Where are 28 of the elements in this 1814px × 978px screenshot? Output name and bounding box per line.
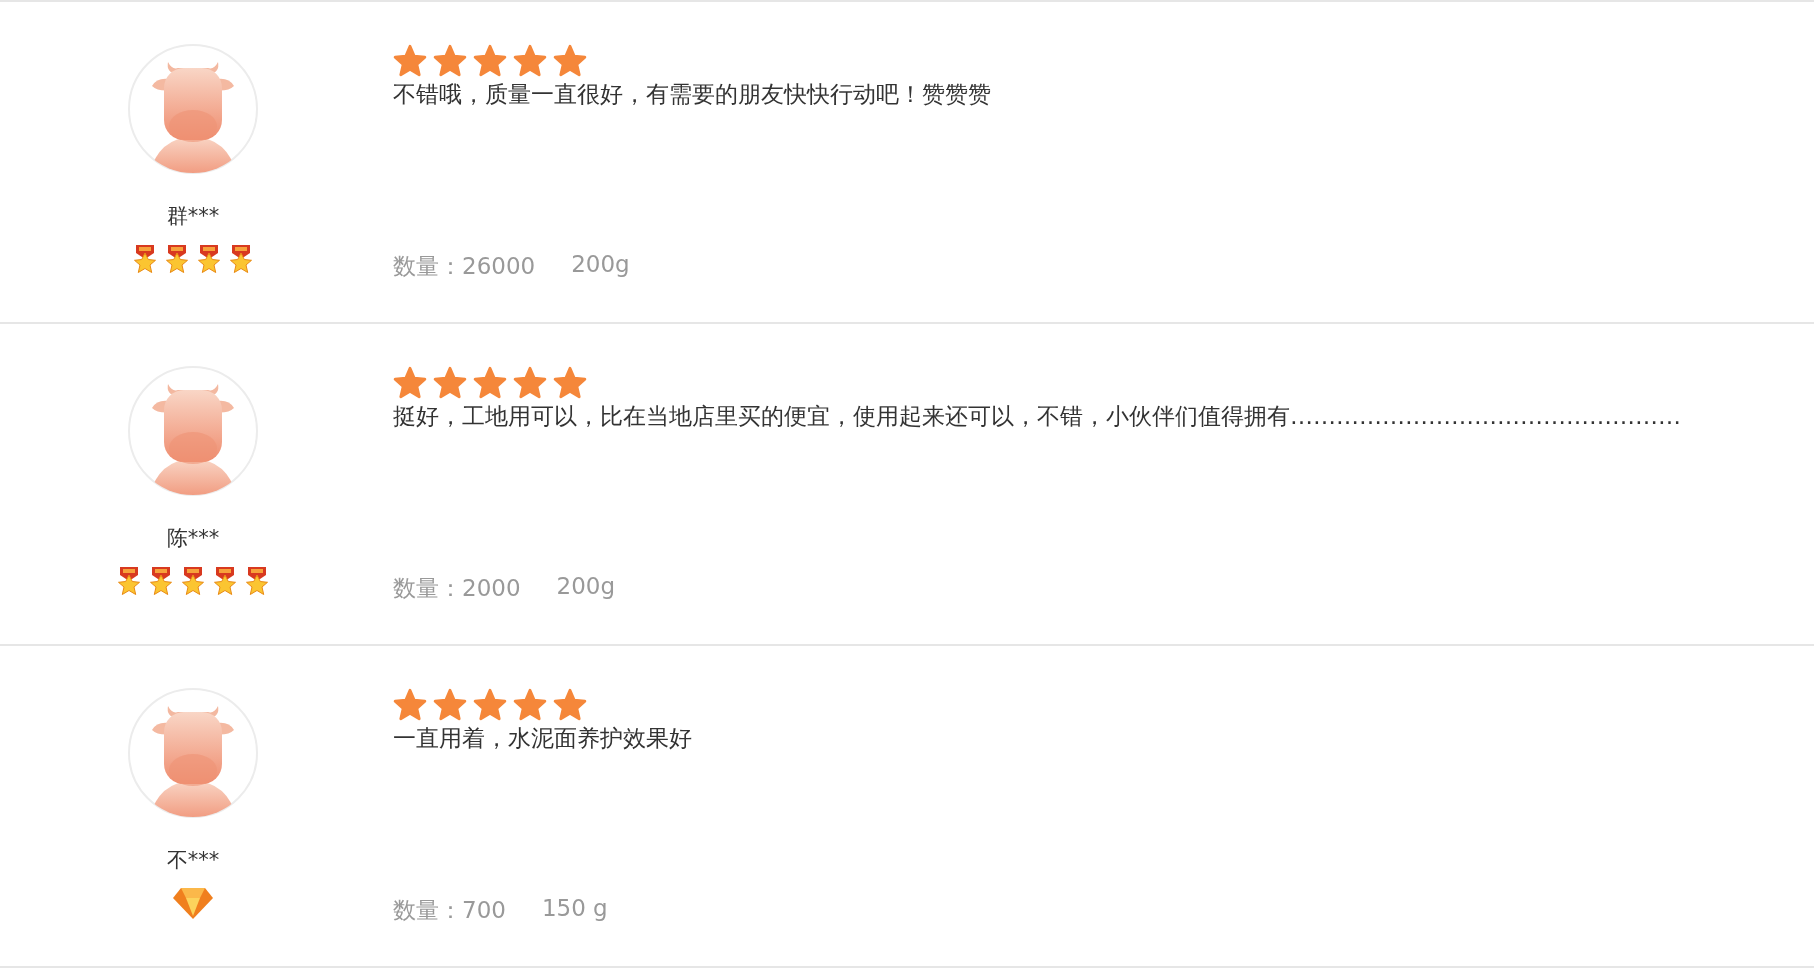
star-icon [473,366,507,399]
quantity-text: 数量：700 [393,896,506,925]
star-icon [433,688,467,721]
star-icon [393,366,427,399]
star-icon [393,688,427,721]
diamond-icon [172,886,214,920]
quantity-text: 数量：26000 [393,252,536,281]
user-name: 不*** [166,847,220,874]
star-icon [513,44,547,77]
star-icon [553,44,587,77]
star-icon [433,366,467,399]
star-icon [513,688,547,721]
spec-text: 200g [571,251,630,279]
star-icon [433,44,467,77]
user-name: 陈*** [166,525,220,552]
star-icon [513,366,547,399]
star-icon [553,688,587,721]
spec-text: 150 g [541,895,608,923]
review-text: 一直用着，水泥面养护效果好 [393,724,693,753]
star-icon [473,44,507,77]
review-text: 不错哦，质量一直很好，有需要的朋友快快行动吧！赞赞赞 [393,80,992,109]
review-text: 挺好，工地用可以，比在当地店里买的便宜，使用起来还可以，不错，小伙伴们值得拥有…………………………………………… [393,402,1682,431]
quantity-text: 数量：2000 [393,574,521,603]
spec-text: 200g [556,573,616,601]
star-icon [553,366,587,399]
star-icon [393,44,427,77]
star-icon [473,688,507,721]
user-name: 群*** [166,203,220,230]
